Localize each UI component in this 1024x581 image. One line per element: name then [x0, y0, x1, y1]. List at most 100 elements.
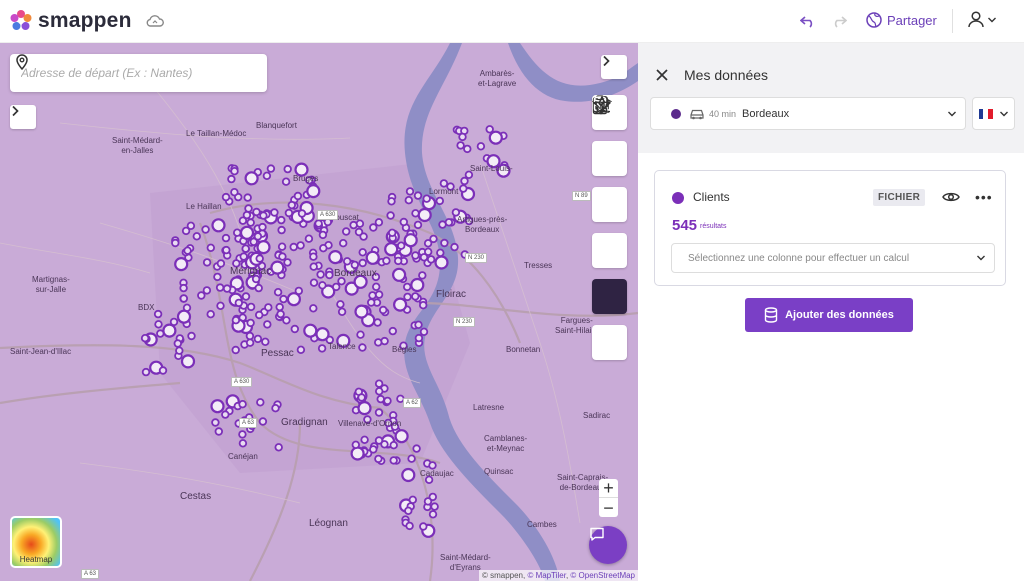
client-marker[interactable]: [393, 297, 408, 312]
client-marker[interactable]: [258, 222, 267, 232]
client-marker[interactable]: [171, 238, 180, 248]
client-marker[interactable]: [234, 298, 243, 308]
client-marker[interactable]: [206, 243, 215, 252]
client-marker[interactable]: [383, 396, 392, 406]
client-marker[interactable]: [244, 171, 259, 186]
client-marker[interactable]: [241, 292, 251, 301]
client-marker[interactable]: [423, 497, 433, 506]
client-marker[interactable]: [140, 334, 150, 343]
client-marker[interactable]: [297, 209, 307, 218]
client-marker[interactable]: [231, 345, 240, 355]
client-marker[interactable]: [174, 257, 189, 272]
client-marker[interactable]: [339, 238, 348, 248]
client-marker[interactable]: [271, 404, 280, 413]
client-marker[interactable]: [309, 252, 318, 261]
client-marker[interactable]: [173, 339, 182, 348]
client-marker[interactable]: [214, 427, 223, 436]
client-marker[interactable]: [277, 215, 286, 225]
client-marker[interactable]: [434, 255, 449, 270]
client-marker[interactable]: [419, 301, 428, 310]
client-marker[interactable]: [261, 337, 270, 346]
client-marker[interactable]: [458, 132, 467, 142]
client-marker[interactable]: [456, 141, 465, 150]
map-canvas[interactable]: [0, 43, 638, 581]
client-marker[interactable]: [275, 302, 284, 312]
client-marker[interactable]: [258, 417, 268, 426]
client-marker[interactable]: [392, 267, 407, 282]
client-marker[interactable]: [374, 408, 384, 417]
client-marker[interactable]: [238, 430, 247, 439]
client-marker[interactable]: [336, 300, 345, 309]
client-marker[interactable]: [270, 208, 279, 217]
client-marker[interactable]: [221, 233, 231, 243]
client-marker[interactable]: [266, 164, 276, 173]
client-marker[interactable]: [230, 187, 239, 197]
client-marker[interactable]: [459, 184, 468, 193]
client-marker[interactable]: [221, 410, 230, 419]
client-marker[interactable]: [175, 346, 184, 355]
client-marker[interactable]: [374, 454, 383, 464]
client-marker[interactable]: [296, 345, 306, 354]
favorites-tool-button[interactable]: [592, 96, 627, 360]
client-marker[interactable]: [401, 467, 416, 483]
client-marker[interactable]: [256, 240, 271, 255]
collapse-right-panel-button[interactable]: [601, 55, 627, 79]
location-pin-icon[interactable]: [14, 54, 30, 70]
client-marker[interactable]: [414, 333, 424, 343]
client-marker[interactable]: [183, 246, 192, 255]
client-marker[interactable]: [176, 309, 192, 324]
client-marker[interactable]: [358, 248, 367, 257]
client-marker[interactable]: [273, 287, 283, 297]
client-marker[interactable]: [444, 218, 454, 227]
client-marker[interactable]: [221, 192, 231, 202]
client-marker[interactable]: [337, 307, 347, 316]
institutions-tool-button[interactable]: [592, 95, 627, 222]
client-marker[interactable]: [426, 255, 436, 264]
client-marker[interactable]: [375, 387, 384, 396]
start-address-input[interactable]: [21, 66, 231, 80]
client-marker[interactable]: [293, 191, 303, 201]
client-marker[interactable]: [419, 327, 429, 336]
client-marker[interactable]: [309, 304, 318, 313]
client-marker[interactable]: [374, 436, 384, 445]
client-marker[interactable]: [382, 256, 391, 265]
client-marker[interactable]: [296, 241, 305, 250]
client-marker[interactable]: [210, 399, 225, 414]
client-marker[interactable]: [358, 258, 367, 268]
undo-button[interactable]: [798, 11, 818, 31]
client-marker[interactable]: [419, 522, 428, 531]
client-marker[interactable]: [246, 218, 255, 227]
client-marker[interactable]: [153, 309, 163, 319]
client-marker[interactable]: [230, 166, 239, 176]
client-marker[interactable]: [318, 230, 328, 240]
client-marker[interactable]: [246, 318, 255, 328]
chat-button[interactable]: [589, 526, 627, 564]
client-marker[interactable]: [239, 225, 255, 240]
client-marker[interactable]: [405, 187, 415, 196]
country-select[interactable]: [972, 97, 1015, 130]
redo-button[interactable]: [829, 11, 849, 31]
client-marker[interactable]: [216, 259, 226, 268]
client-marker[interactable]: [388, 326, 397, 336]
zoom-in-button[interactable]: +: [599, 479, 618, 498]
client-marker[interactable]: [316, 270, 325, 279]
user-menu-button[interactable]: [968, 11, 997, 28]
client-marker[interactable]: [284, 208, 294, 218]
client-marker[interactable]: [290, 324, 299, 334]
client-marker[interactable]: [154, 320, 163, 329]
client-marker[interactable]: [423, 239, 433, 248]
client-marker[interactable]: [227, 174, 236, 184]
client-marker[interactable]: [309, 278, 319, 287]
client-marker[interactable]: [357, 401, 372, 416]
client-marker[interactable]: [328, 250, 343, 265]
client-marker[interactable]: [246, 302, 256, 312]
client-marker[interactable]: [276, 309, 285, 319]
client-marker[interactable]: [368, 291, 377, 300]
client-marker[interactable]: [389, 441, 398, 450]
client-marker[interactable]: [404, 506, 413, 515]
client-marker[interactable]: [141, 367, 151, 377]
client-marker[interactable]: [413, 220, 423, 230]
client-marker[interactable]: [463, 144, 472, 154]
client-marker[interactable]: [411, 209, 420, 218]
client-marker[interactable]: [162, 323, 177, 338]
